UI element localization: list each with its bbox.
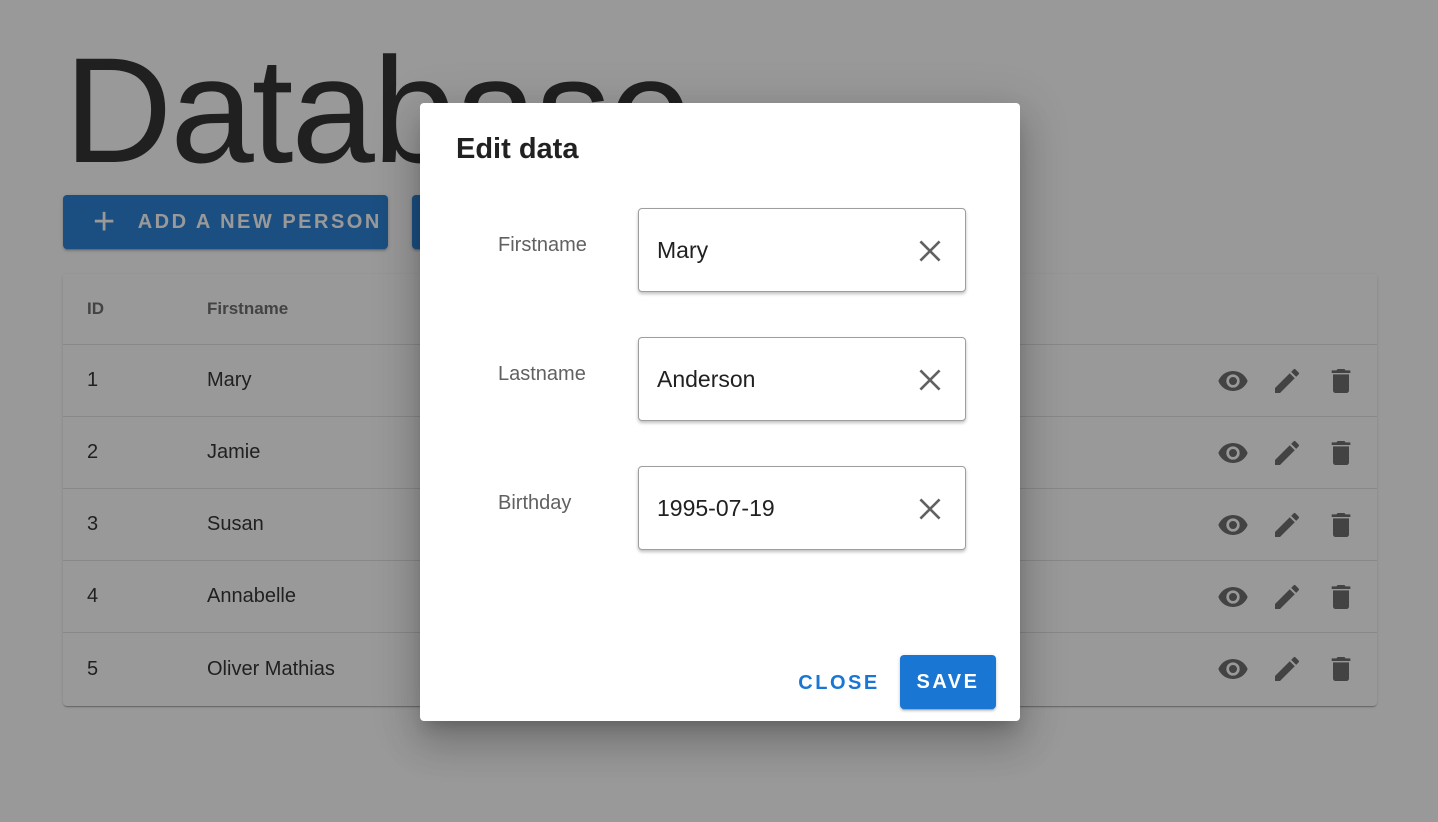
dialog-title: Edit data [456, 133, 579, 165]
close-icon[interactable] [917, 367, 943, 393]
birthday-field[interactable] [638, 466, 966, 550]
save-button[interactable]: SAVE [900, 655, 996, 709]
close-icon[interactable] [917, 238, 943, 264]
edit-data-dialog: Edit data Firstname Lastname Birthday CL… [420, 103, 1020, 721]
birthday-input[interactable] [657, 494, 897, 522]
close-button[interactable]: CLOSE [792, 656, 886, 710]
lastname-field[interactable] [638, 337, 966, 421]
lastname-label: Lastname [498, 363, 586, 385]
firstname-label: Firstname [498, 234, 587, 256]
firstname-input[interactable] [657, 236, 897, 264]
app-root: Database + ADD A NEW PERSON ID Firstname… [0, 0, 1438, 822]
close-icon[interactable] [917, 496, 943, 522]
lastname-input[interactable] [657, 365, 897, 393]
firstname-field[interactable] [638, 208, 966, 292]
birthday-label: Birthday [498, 492, 572, 514]
